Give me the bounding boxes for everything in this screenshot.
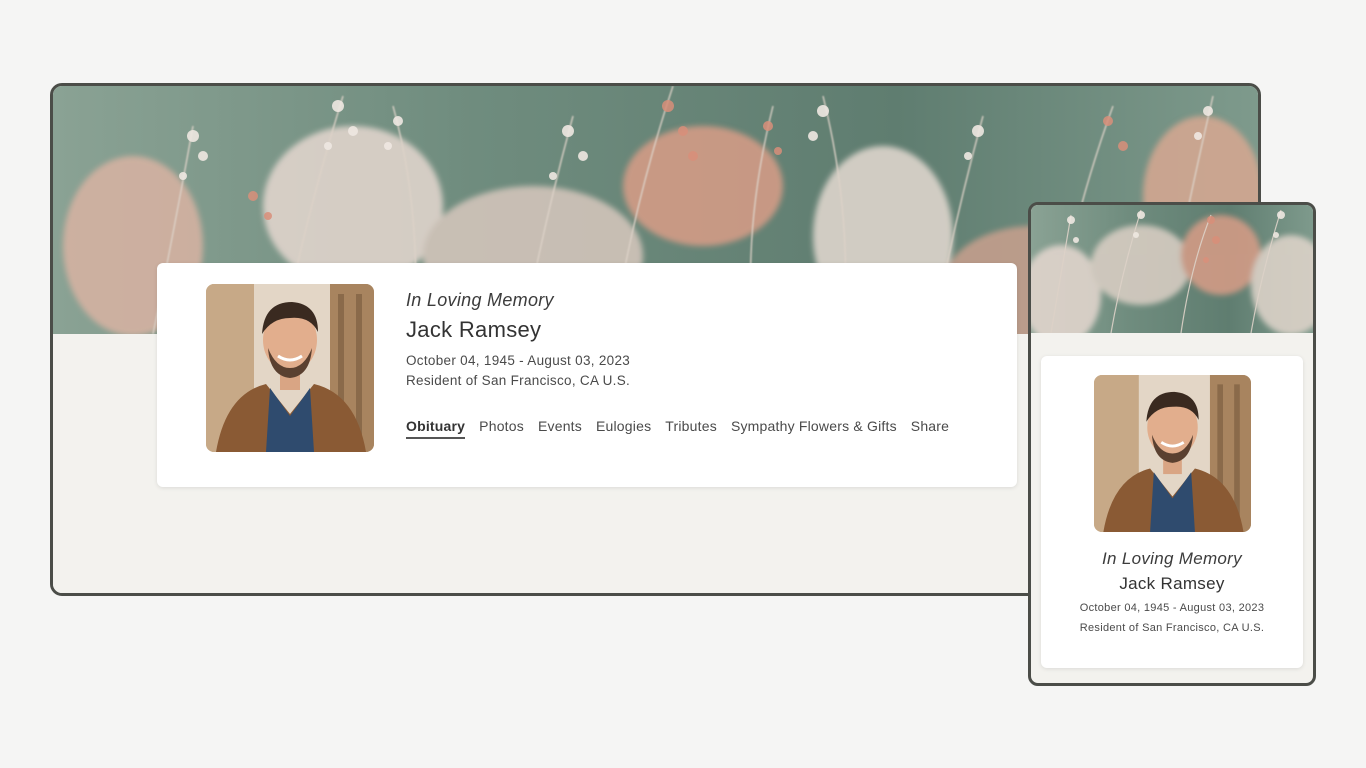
- memory-heading: In Loving Memory: [406, 290, 554, 310]
- mobile-deceased-name: Jack Ramsey: [1119, 574, 1225, 593]
- nav-tab-eulogies[interactable]: Eulogies: [596, 418, 651, 439]
- nav-tab-obituary[interactable]: Obituary: [406, 418, 466, 439]
- life-dates: October 04, 1945 - August 03, 2023: [406, 353, 631, 368]
- residence-text: Resident of San Francisco, CA U.S.: [406, 373, 631, 388]
- mobile-hero-banner-image: [1031, 205, 1313, 333]
- portrait-photo: [206, 284, 374, 452]
- mobile-life-dates: October 04, 1945 - August 03, 2023: [1079, 602, 1265, 614]
- mobile-preview-frame: In Loving Memory Jack Ramsey October 04,…: [1028, 202, 1316, 686]
- mobile-portrait-photo: [1094, 375, 1251, 532]
- mobile-residence-text: Resident of San Francisco, CA U.S.: [1079, 622, 1265, 634]
- memorial-nav: Obituary Photos Events Eulogies Tributes…: [406, 418, 949, 439]
- nav-tab-sympathy-flowers-gifts[interactable]: Sympathy Flowers & Gifts: [731, 418, 897, 439]
- nav-tab-photos[interactable]: Photos: [479, 418, 524, 439]
- nav-tab-tributes[interactable]: Tributes: [665, 418, 717, 439]
- memorial-card: In Loving Memory Jack Ramsey October 04,…: [157, 263, 1017, 487]
- nav-tab-share[interactable]: Share: [911, 418, 949, 439]
- deceased-name: Jack Ramsey: [406, 317, 542, 342]
- memorial-info: In Loving Memory Jack Ramsey October 04,…: [406, 290, 630, 388]
- mobile-memorial-card: In Loving Memory Jack Ramsey October 04,…: [1041, 356, 1303, 668]
- mobile-memory-heading: In Loving Memory: [1102, 549, 1242, 568]
- nav-tab-events[interactable]: Events: [538, 418, 582, 439]
